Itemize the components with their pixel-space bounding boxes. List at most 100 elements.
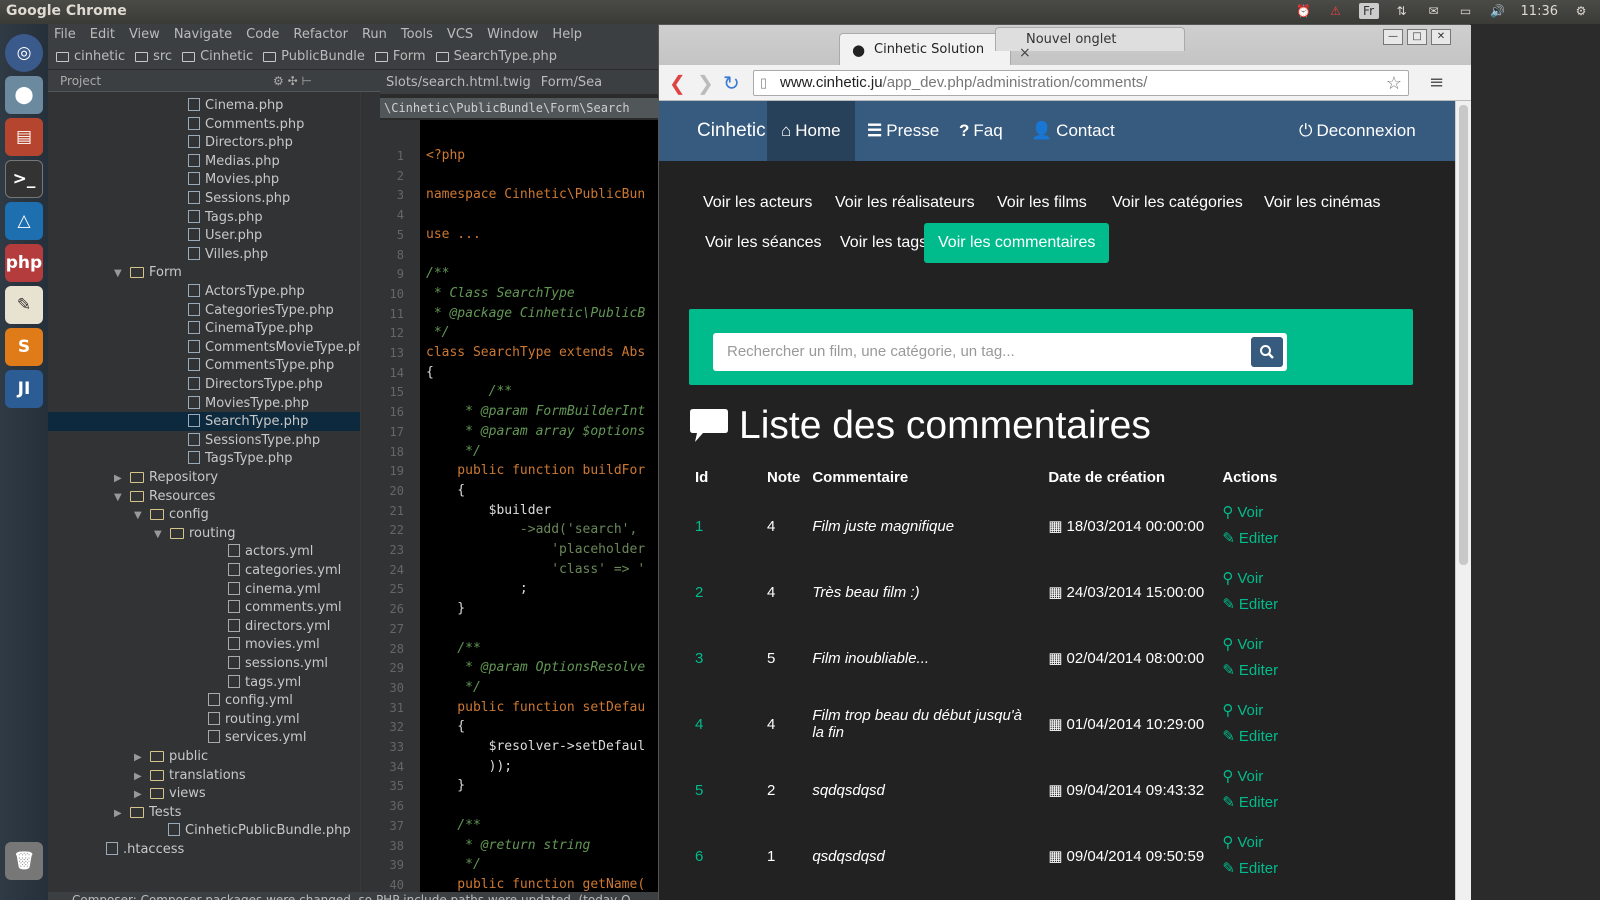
browser-tab-active[interactable]: ● Cinhetic Solution — [839, 33, 1012, 65]
tree-item[interactable]: CategoriesType.php — [188, 301, 334, 320]
nav-item-home[interactable]: ⌂ Home — [767, 101, 855, 161]
alarm-clock-icon[interactable]: ⏰ — [1295, 3, 1313, 19]
warning-icon[interactable]: ⚠ — [1327, 3, 1345, 19]
tree-item[interactable]: config.yml — [208, 691, 293, 710]
tree-item[interactable]: .htaccess — [106, 840, 184, 859]
chevron-right-icon[interactable]: ▶ — [114, 804, 130, 823]
tree-item[interactable]: comments.yml — [228, 598, 342, 617]
comment-id[interactable]: 5 — [689, 757, 761, 823]
edit-link[interactable]: ✎ Editer — [1222, 856, 1330, 882]
maximize-window-button[interactable]: □ — [1407, 29, 1427, 45]
code-editor[interactable]: <?php namespace Cinhetic\PublicBun use ...… — [420, 120, 658, 892]
chevron-down-icon[interactable]: ▼ — [114, 264, 130, 283]
editor-tab[interactable]: Form/Sea — [541, 75, 602, 90]
view-link[interactable]: ⚲ Voir — [1222, 632, 1330, 658]
view-link[interactable]: ⚲ Voir — [1222, 698, 1330, 724]
trash-icon[interactable]: 🗑 — [5, 842, 43, 880]
mail-icon[interactable]: ✉ — [1425, 3, 1443, 19]
comment-id[interactable]: 4 — [689, 691, 761, 757]
ide-menu-item[interactable]: Run — [362, 27, 387, 42]
tree-item[interactable]: ▶ translations — [134, 766, 246, 785]
subnav-link[interactable]: Voir les séances — [691, 223, 836, 263]
tree-item[interactable]: routing.yml — [208, 710, 300, 729]
tree-item[interactable]: Villes.php — [188, 245, 268, 264]
ide-menu-item[interactable]: File — [54, 27, 76, 42]
forward-arrow-icon[interactable]: ❯ — [697, 71, 714, 95]
ide-menu-item[interactable]: View — [129, 27, 160, 42]
edit-link[interactable]: ✎ Editer — [1222, 658, 1330, 684]
subnav-link[interactable]: Voir les acteurs — [689, 183, 826, 223]
comment-id[interactable]: 1 — [689, 493, 761, 559]
tree-item[interactable]: sessions.yml — [228, 654, 328, 673]
deploy-icon[interactable]: △ — [5, 202, 43, 240]
chrome-icon[interactable]: ⬤ — [5, 76, 43, 114]
chevron-right-icon[interactable]: ▶ — [134, 767, 150, 786]
breadcrumb-item[interactable]: cinhetic — [56, 49, 125, 64]
tree-item[interactable]: actors.yml — [228, 542, 313, 561]
tree-item[interactable]: TagsType.php — [188, 449, 293, 468]
tree-item[interactable]: movies.yml — [228, 635, 320, 654]
comment-id[interactable]: 6 — [689, 823, 761, 889]
tree-item[interactable]: ▶ Tests — [114, 803, 181, 822]
tree-item[interactable]: categories.yml — [228, 561, 341, 580]
comment-id[interactable]: 2 — [689, 559, 761, 625]
sublime-icon[interactable]: S — [5, 328, 43, 366]
tree-item[interactable]: Tags.php — [188, 208, 263, 227]
tree-item[interactable]: Movies.php — [188, 170, 279, 189]
breadcrumb-item[interactable]: PublicBundle — [263, 49, 365, 64]
breadcrumb-item[interactable]: Cinhetic — [182, 49, 253, 64]
ide-menu-item[interactable]: Edit — [90, 27, 115, 42]
browser-scrollbar[interactable] — [1455, 101, 1471, 900]
tree-item[interactable]: Directors.php — [188, 133, 293, 152]
tree-item[interactable]: CommentsMovieType.php — [188, 338, 360, 357]
tree-item[interactable]: ▼ routing — [154, 524, 235, 543]
ide-menu-item[interactable]: Window — [487, 27, 538, 42]
subnav-link[interactable]: Voir les réalisateurs — [821, 183, 989, 223]
subnav-link[interactable]: Voir les cinémas — [1250, 183, 1395, 223]
site-brand[interactable]: Cinhetic — [697, 101, 766, 161]
tree-item[interactable]: CinemaType.php — [188, 319, 313, 338]
tree-item[interactable]: ▶ Repository — [114, 468, 218, 487]
tree-item[interactable]: Medias.php — [188, 152, 280, 171]
search-button[interactable] — [1247, 333, 1287, 371]
chevron-right-icon[interactable]: ▶ — [114, 469, 130, 488]
tree-item[interactable]: Comments.php — [188, 115, 304, 134]
search-input[interactable]: Rechercher un film, une catégorie, un ta… — [713, 333, 1247, 371]
chrome-menu-icon[interactable]: ≡ — [1429, 71, 1444, 95]
chevron-down-icon[interactable]: ▼ — [154, 525, 170, 544]
network-icon[interactable]: ⇅ — [1393, 3, 1411, 19]
subnav-link[interactable]: Voir les films — [983, 183, 1101, 223]
tree-item[interactable]: SessionsType.php — [188, 431, 320, 450]
view-link[interactable]: ⚲ Voir — [1222, 500, 1330, 526]
subnav-link[interactable]: Voir les commentaires — [924, 223, 1110, 263]
address-bar[interactable]: ▯ www.cinhetic.ju/app_dev.php/administra… — [753, 70, 1409, 96]
breadcrumb-item[interactable]: Form — [374, 49, 426, 64]
editor-tab[interactable]: Slots/search.html.twig — [386, 75, 531, 90]
ide-menu-item[interactable]: VCS — [447, 27, 473, 42]
tree-item[interactable]: ▼ Resources — [114, 487, 215, 506]
edit-link[interactable]: ✎ Editer — [1222, 592, 1330, 618]
nav-item-presse[interactable]: ☰ Presse — [853, 101, 953, 161]
back-arrow-icon[interactable]: ❮ — [669, 71, 686, 95]
reload-icon[interactable]: ↻ — [723, 71, 740, 95]
clock[interactable]: 11:36 — [1521, 4, 1558, 19]
tree-item[interactable]: ▼ config — [134, 505, 209, 524]
tree-item[interactable]: tags.yml — [228, 673, 301, 692]
breadcrumb-item[interactable]: SearchType.php — [435, 49, 557, 64]
edit-link[interactable]: ✎ Editer — [1222, 526, 1330, 552]
battery-icon[interactable]: ▭ — [1457, 3, 1475, 19]
files-icon[interactable]: ▤ — [5, 118, 43, 156]
text-editor-icon[interactable]: ✎ — [5, 286, 43, 324]
edit-link[interactable]: ✎ Editer — [1222, 724, 1330, 750]
keyboard-layout-indicator[interactable]: Fr — [1358, 3, 1379, 19]
ide-menu-item[interactable]: Navigate — [174, 27, 232, 42]
tree-item[interactable]: directors.yml — [228, 617, 330, 636]
breadcrumb-item[interactable]: src — [135, 49, 172, 64]
terminal-icon[interactable]: >_ — [5, 160, 43, 198]
close-window-button[interactable]: ✕ — [1431, 29, 1451, 45]
ide-menu-item[interactable]: Refactor — [293, 27, 348, 42]
nav-item-contact[interactable]: 👤 Contact — [1017, 101, 1129, 161]
minimize-window-button[interactable]: — — [1383, 29, 1403, 45]
subnav-link[interactable]: Voir les catégories — [1098, 183, 1257, 223]
volume-icon[interactable]: 🔊 — [1489, 3, 1507, 19]
